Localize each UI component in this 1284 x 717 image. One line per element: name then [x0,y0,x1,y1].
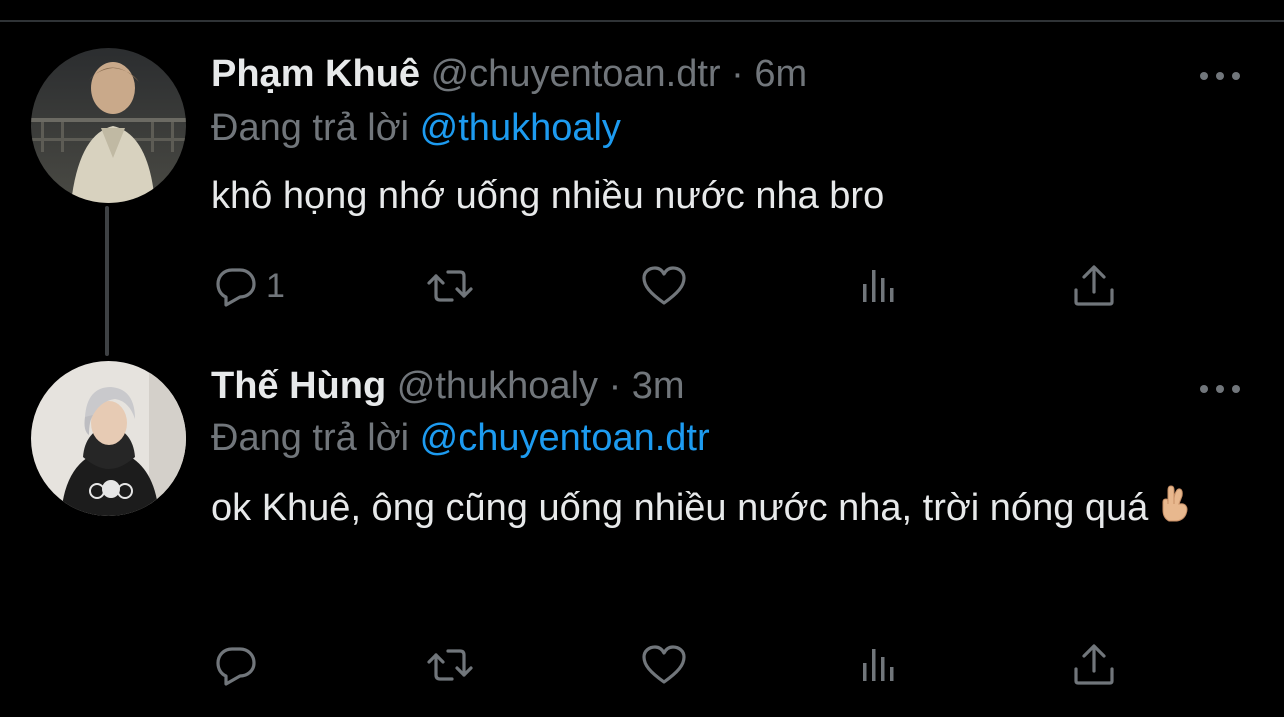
mention-link[interactable]: @chuyentoan.dtr [420,417,710,459]
tweet-actions [0,635,1284,695]
replying-prefix: Đang trả lời [211,417,410,459]
more-icon[interactable] [1200,66,1240,86]
tweet-header: Thế Hùng @thukhoaly · 3m [211,363,685,409]
separator-dot: · [731,53,744,95]
heart-icon [642,266,686,305]
heart-icon [642,645,686,684]
avatar[interactable] [31,361,186,516]
more-icon[interactable] [1200,379,1240,399]
crossed-fingers-emoji [1160,479,1190,541]
retweet-icon [427,649,473,681]
tweet-actions: 1 [0,256,1284,316]
mention-link[interactable]: @thukhoaly [420,107,621,149]
share-icon [1074,644,1114,685]
more-dot [1200,385,1208,393]
more-dot [1216,385,1224,393]
tweet-2[interactable]: Thế Hùng @thukhoaly · 3m Đang trả lời @c… [0,355,1284,717]
views-button[interactable] [854,256,902,316]
timestamp[interactable]: 6m [754,53,807,95]
separator-dot: · [608,365,622,407]
share-button[interactable] [1070,256,1118,316]
replying-prefix: Đang trả lời [211,107,410,149]
tweet-text: khô họng nhớ uống nhiều nước nha bro [211,175,885,217]
replying-to: Đang trả lời @chuyentoan.dtr [211,415,710,461]
reply-button[interactable]: 1 [212,256,285,316]
retweet-icon [427,270,473,302]
more-dot [1216,72,1224,80]
author-handle[interactable]: @chuyentoan.dtr [431,53,721,95]
more-dot [1200,72,1208,80]
tweet-1[interactable]: Phạm Khuê @chuyentoan.dtr · 6m Đang trả … [0,0,1284,330]
reply-count: 1 [266,266,285,305]
reply-icon [216,647,256,686]
views-icon [863,270,894,302]
views-button[interactable] [854,635,902,695]
timestamp[interactable]: 3m [632,365,685,407]
reply-icon [216,268,256,307]
like-button[interactable] [640,635,688,695]
like-button[interactable] [640,256,688,316]
reply-button[interactable] [212,635,260,695]
retweet-button[interactable] [426,256,474,316]
avatar[interactable] [31,48,186,203]
author-handle[interactable]: @thukhoaly [397,365,598,407]
avatar-image [31,48,186,203]
retweet-button[interactable] [426,635,474,695]
tweet-text: ok Khuê, ông cũng uống nhiều nước nha, t… [211,487,1149,529]
share-button[interactable] [1070,635,1118,695]
more-dot [1232,385,1240,393]
tweet-header: Phạm Khuê @chuyentoan.dtr · 6m [211,51,807,97]
tweet-body: ok Khuê, ông cũng uống nhiều nước nha, t… [211,477,1231,541]
author-name[interactable]: Thế Hùng [211,365,386,407]
more-dot [1232,72,1240,80]
avatar-image [31,361,186,516]
share-icon [1074,265,1114,306]
replying-to: Đang trả lời @thukhoaly [211,105,621,151]
views-icon [863,649,894,681]
author-name[interactable]: Phạm Khuê [211,53,420,95]
